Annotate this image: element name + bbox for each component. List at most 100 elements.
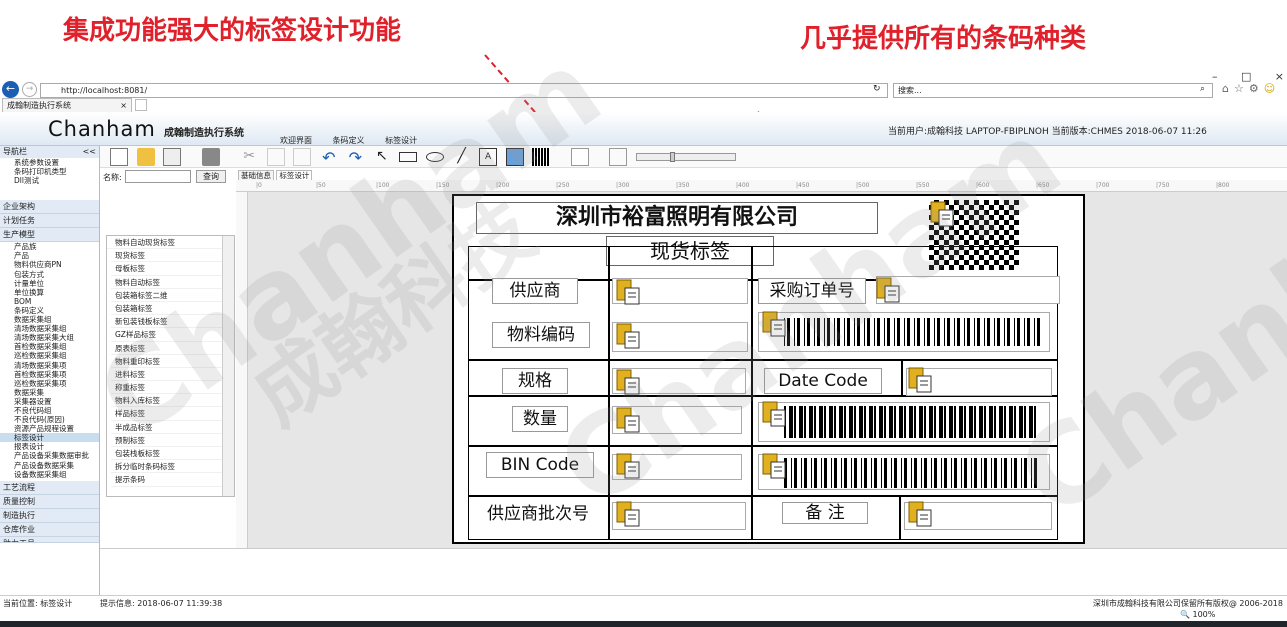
menu-label-design[interactable]: 标签设计: [385, 136, 417, 145]
sidebar-item[interactable]: BOM: [0, 297, 99, 306]
home-icon[interactable]: ⌂: [1222, 82, 1229, 95]
redo-icon[interactable]: ↷: [346, 148, 364, 167]
sidebar-item[interactable]: 数据采集: [0, 388, 99, 397]
sidebar-item-printer-type[interactable]: 条码打印机类型: [0, 167, 99, 176]
data-source-icon[interactable]: [874, 276, 902, 304]
sidebar-item[interactable]: 清场数据采集项: [0, 361, 99, 370]
sidebar-cat-mes[interactable]: 制造执行: [0, 508, 99, 523]
sidebar-cat-process[interactable]: 工艺流程: [0, 480, 99, 495]
sidebar-item[interactable]: 设备数据采集组: [0, 470, 99, 479]
label-list-item[interactable]: 拆分临时条码标签: [111, 460, 234, 474]
close-window-button[interactable]: ×: [1275, 70, 1284, 83]
new-tab-button[interactable]: [135, 99, 147, 111]
browser-tab[interactable]: 成翰制造执行系统 ×: [2, 98, 132, 113]
sidebar-item[interactable]: 条码定义: [0, 306, 99, 315]
sidebar-item[interactable]: 首检数据采集项: [0, 370, 99, 379]
minimize-button[interactable]: –: [1212, 70, 1218, 83]
sidebar-cat-enterprise[interactable]: 企业架构: [0, 200, 99, 215]
field-datecode-label[interactable]: Date Code: [764, 368, 882, 394]
zoom-level[interactable]: 🔍 100%: [1180, 610, 1215, 619]
sidebar-item[interactable]: 产品设备采集数据审批: [0, 451, 99, 460]
field-po-label[interactable]: 采购订单号: [758, 278, 866, 304]
rectangle-tool-icon[interactable]: [399, 152, 418, 162]
field-quantity-label[interactable]: 数量: [512, 406, 568, 432]
label-company-name[interactable]: 深圳市裕富照明有限公司: [476, 202, 878, 234]
label-list-item[interactable]: 预制标签: [111, 434, 234, 447]
page-setup-icon[interactable]: [570, 148, 589, 166]
sidebar-cat-plan[interactable]: 计划任务: [0, 214, 99, 229]
label-list-item[interactable]: 半成品标签: [111, 421, 234, 434]
label-list-item[interactable]: 母板标签: [111, 262, 234, 276]
data-source-icon[interactable]: [614, 406, 642, 434]
label-list-item[interactable]: 进料标签: [111, 368, 234, 382]
zoom-slider[interactable]: [635, 152, 736, 162]
label-list-item[interactable]: 包装箱标签: [111, 302, 234, 316]
smiley-icon[interactable]: ☺: [1264, 82, 1275, 95]
cut-icon[interactable]: ✂: [240, 148, 258, 166]
zoom-icon[interactable]: [609, 148, 628, 166]
label-list-item[interactable]: 包装栈板标签: [111, 447, 234, 461]
ellipse-tool-icon[interactable]: [426, 152, 445, 162]
refresh-icon[interactable]: ↻: [873, 84, 881, 94]
sidebar-item[interactable]: 数据采集组: [0, 315, 99, 324]
menu-barcode-def[interactable]: 条码定义: [333, 136, 365, 145]
sidebar-item[interactable]: 巡检数据采集项: [0, 379, 99, 388]
label-list-item[interactable]: 物料自动现货标签: [111, 236, 234, 250]
sidebar-item-sys-params[interactable]: 系统参数设置: [0, 158, 99, 167]
favorites-star-icon[interactable]: ☆: [1234, 82, 1244, 95]
undo-icon[interactable]: ↶: [320, 148, 338, 167]
label-list-item[interactable]: 新包装钱板标签: [111, 315, 234, 329]
open-folder-icon[interactable]: [136, 148, 155, 166]
data-source-icon[interactable]: [614, 278, 642, 306]
label-list-scrollbar[interactable]: [222, 236, 234, 496]
query-button[interactable]: 查询: [196, 170, 226, 183]
sidebar-item[interactable]: 产品族: [0, 242, 99, 251]
sidebar-item[interactable]: 计量单位: [0, 279, 99, 288]
clipboard-icon[interactable]: [293, 148, 312, 166]
sidebar-cat-warehouse[interactable]: 仓库作业: [0, 522, 99, 537]
field-material-label[interactable]: 物料编码: [492, 322, 590, 348]
data-source-icon[interactable]: [760, 452, 788, 480]
sidebar-item[interactable]: 不良代码组: [0, 406, 99, 415]
search-name-input[interactable]: [125, 170, 191, 183]
label-list-item[interactable]: 物料重印标签: [111, 355, 234, 368]
field-supplier-label[interactable]: 供应商: [492, 278, 578, 304]
collapse-sidebar-button[interactable]: <<: [83, 146, 99, 158]
menu-welcome[interactable]: 欢迎界面: [280, 136, 312, 145]
data-source-icon[interactable]: [614, 368, 642, 396]
field-spec-label[interactable]: 规格: [502, 368, 568, 394]
copy-icon[interactable]: [163, 148, 182, 166]
sidebar-item[interactable]: 巡检数据采集组: [0, 351, 99, 360]
sidebar-item[interactable]: 物料供应商PN: [0, 260, 99, 269]
sidebar-item[interactable]: 包装方式: [0, 270, 99, 279]
data-source-icon[interactable]: [760, 310, 788, 338]
data-source-icon[interactable]: [906, 500, 934, 528]
data-source-icon[interactable]: [614, 500, 642, 528]
address-bar[interactable]: http://localhost:8081/: [40, 83, 888, 98]
sidebar-item[interactable]: 产品设备数据采集: [0, 461, 99, 470]
forward-button[interactable]: →: [22, 82, 37, 97]
pointer-icon[interactable]: ↖: [373, 148, 391, 166]
field-po-value[interactable]: [876, 276, 1060, 304]
label-canvas[interactable]: 深圳市裕富照明有限公司 现货标签 供应商 采购订单号 物料编码 规格 Date …: [452, 194, 1085, 544]
label-list-item[interactable]: 称重标签: [111, 381, 234, 395]
sidebar-cat-tools[interactable]: 助力工具: [0, 536, 99, 543]
field-lot-label[interactable]: 供应商批次号: [470, 502, 606, 528]
data-source-icon[interactable]: [928, 200, 956, 228]
field-bin-label[interactable]: BIN Code: [486, 452, 594, 478]
barcode-bin[interactable]: [784, 458, 1042, 488]
data-source-icon[interactable]: [906, 366, 934, 394]
sidebar-item[interactable]: 标签设计: [0, 433, 99, 443]
print-icon[interactable]: [201, 148, 220, 166]
label-list-item[interactable]: 现货标签: [111, 249, 234, 263]
sidebar-item[interactable]: 单位换算: [0, 288, 99, 297]
label-list-item[interactable]: 原表标签: [111, 342, 234, 355]
barcode-quantity[interactable]: [784, 406, 1042, 438]
new-file-icon[interactable]: [110, 148, 128, 166]
label-list-item[interactable]: 物料入库标签: [111, 394, 234, 408]
tab-close-icon[interactable]: ×: [120, 99, 127, 112]
search-icon[interactable]: ⌕: [1200, 84, 1205, 94]
paste-icon[interactable]: [266, 148, 285, 166]
zoom-slider-handle[interactable]: [669, 152, 675, 162]
label-list-item[interactable]: 包装箱标签二维: [111, 289, 234, 302]
